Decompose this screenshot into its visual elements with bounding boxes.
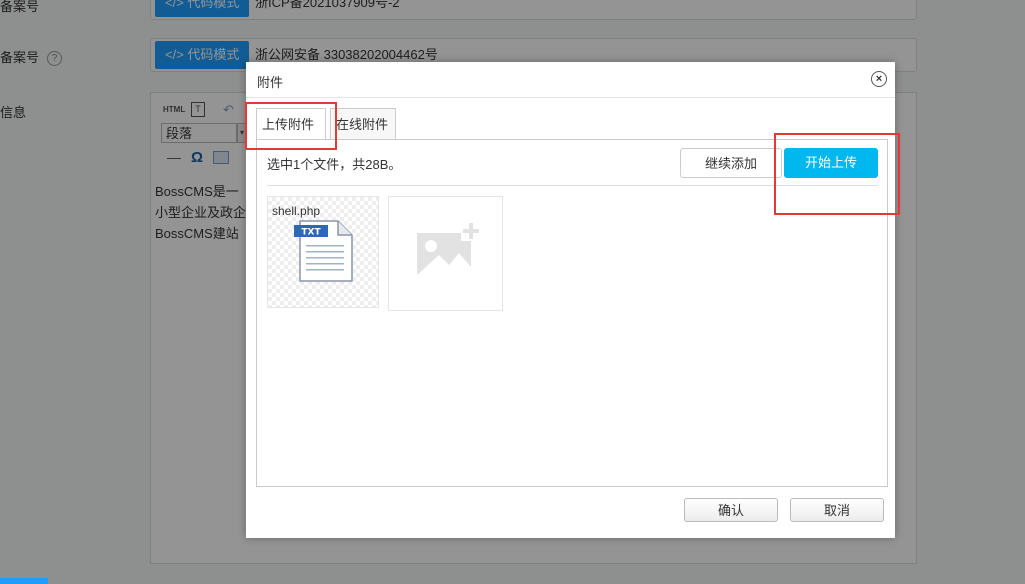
confirm-button[interactable]: 确认 [684, 498, 778, 522]
cancel-button[interactable]: 取消 [790, 498, 884, 522]
add-image-button[interactable] [388, 196, 503, 311]
tab-online[interactable]: 在线附件 [330, 108, 396, 139]
tab-online-label: 在线附件 [336, 117, 389, 132]
file-type-badge: TXT [301, 228, 321, 238]
highlight-box-tab [245, 102, 337, 150]
close-icon[interactable]: × [871, 71, 887, 87]
highlight-box-upload [774, 133, 900, 215]
file-name: shell.php [272, 204, 321, 218]
txt-file-icon: TXT [294, 220, 353, 282]
add-image-icon [417, 221, 481, 275]
bottom-accent [0, 578, 48, 584]
file-thumbnail[interactable]: shell.php TXT [267, 196, 379, 308]
dialog-header: 附件 × [246, 62, 895, 98]
continue-add-button[interactable]: 继续添加 [680, 148, 782, 178]
upload-status: 选中1个文件，共28B。 [267, 157, 402, 172]
dialog-title: 附件 [257, 75, 284, 90]
